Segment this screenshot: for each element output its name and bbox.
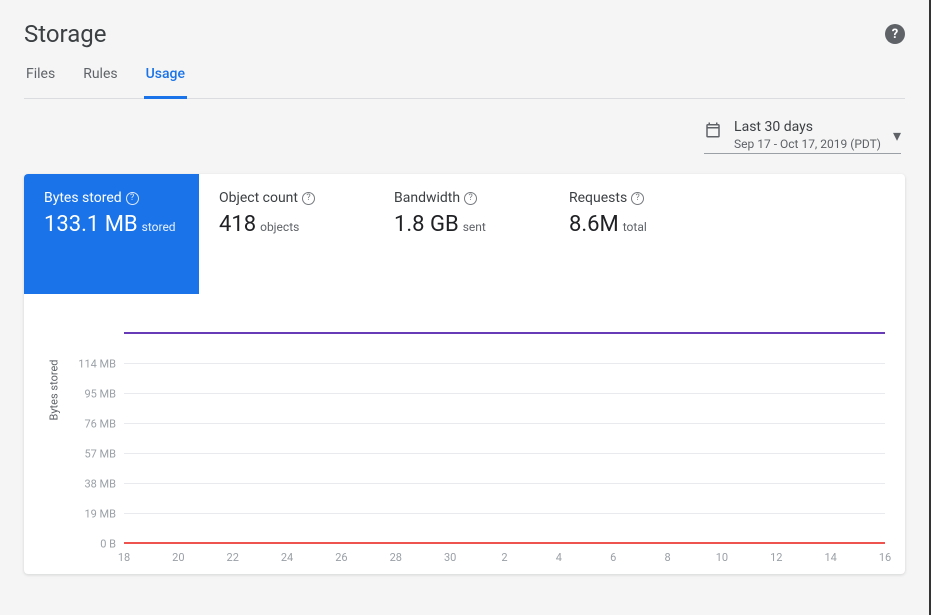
x-tick-label: 12 — [770, 551, 782, 564]
y-tick-label: 57 MB — [76, 448, 116, 461]
x-tick-label: 22 — [227, 551, 239, 564]
x-tick-label: 14 — [824, 551, 836, 564]
metric-label-text: Bandwidth — [394, 190, 460, 206]
x-tick-label: 28 — [390, 551, 402, 564]
metric-label-text: Object count — [219, 190, 298, 206]
gridline — [124, 363, 885, 364]
gridline — [124, 513, 885, 514]
chevron-down-icon: ▾ — [893, 126, 901, 145]
metric-suffix: sent — [463, 220, 486, 234]
y-tick-label: 76 MB — [76, 418, 116, 431]
y-tick-label: 19 MB — [76, 508, 116, 521]
metric-value: 1.8 GB — [394, 212, 459, 237]
metric-value: 133.1 MB — [44, 212, 138, 237]
info-icon[interactable]: ? — [631, 192, 644, 205]
x-tick-label: 2 — [501, 551, 507, 564]
metric-requests[interactable]: Requests ? 8.6M total — [549, 174, 724, 294]
tab-usage[interactable]: Usage — [144, 66, 187, 99]
chart-series-line — [124, 332, 885, 334]
x-tick-label: 16 — [879, 551, 891, 564]
y-tick-label: 95 MB — [76, 388, 116, 401]
tab-files[interactable]: Files — [24, 66, 57, 99]
help-icon[interactable]: ? — [885, 24, 905, 44]
page-title: Storage — [24, 20, 106, 48]
metric-suffix: total — [623, 220, 647, 234]
x-tick-label: 6 — [610, 551, 616, 564]
x-tick-label: 30 — [444, 551, 456, 564]
usage-chart: Bytes stored 0 B 19 MB 38 MB 57 MB 76 MB 95 M… — [24, 294, 905, 574]
x-tick-label: 4 — [556, 551, 562, 564]
y-axis-label: Bytes stored — [48, 360, 61, 421]
x-tick-label: 18 — [118, 551, 130, 564]
metric-bandwidth[interactable]: Bandwidth ? 1.8 GB sent — [374, 174, 549, 294]
metric-label-text: Requests — [569, 190, 627, 206]
y-tick-label: 0 B — [76, 538, 116, 551]
info-icon[interactable]: ? — [302, 192, 315, 205]
metric-label-text: Bytes stored — [44, 190, 122, 206]
info-icon[interactable]: ? — [464, 192, 477, 205]
date-range-picker[interactable]: Last 30 days Sep 17 - Oct 17, 2019 (PDT)… — [704, 119, 901, 154]
date-range-label: Last 30 days — [734, 119, 881, 135]
chart-series-line — [124, 542, 885, 544]
tab-rules[interactable]: Rules — [81, 66, 119, 99]
calendar-icon — [704, 121, 722, 139]
y-tick-label: 114 MB — [76, 358, 116, 371]
x-tick-label: 8 — [664, 551, 670, 564]
metric-bytes-stored[interactable]: Bytes stored ? 133.1 MB stored — [24, 174, 199, 294]
metric-value: 8.6M — [569, 212, 619, 237]
usage-card: Bytes stored ? 133.1 MB stored Object co… — [24, 174, 905, 574]
x-tick-label: 26 — [335, 551, 347, 564]
gridline — [124, 453, 885, 454]
info-icon[interactable]: ? — [126, 192, 139, 205]
x-tick-label: 10 — [716, 551, 728, 564]
tab-bar: Files Rules Usage — [24, 66, 905, 99]
metric-value: 418 — [219, 212, 256, 237]
metrics-row: Bytes stored ? 133.1 MB stored Object co… — [24, 174, 905, 294]
gridline — [124, 393, 885, 394]
x-tick-label: 24 — [281, 551, 293, 564]
gridline — [124, 423, 885, 424]
gridline — [124, 483, 885, 484]
date-range-sublabel: Sep 17 - Oct 17, 2019 (PDT) — [734, 137, 881, 151]
x-tick-label: 20 — [172, 551, 184, 564]
metric-suffix: stored — [142, 220, 176, 234]
y-tick-label: 38 MB — [76, 478, 116, 491]
metric-suffix: objects — [260, 220, 299, 234]
metric-object-count[interactable]: Object count ? 418 objects — [199, 174, 374, 294]
